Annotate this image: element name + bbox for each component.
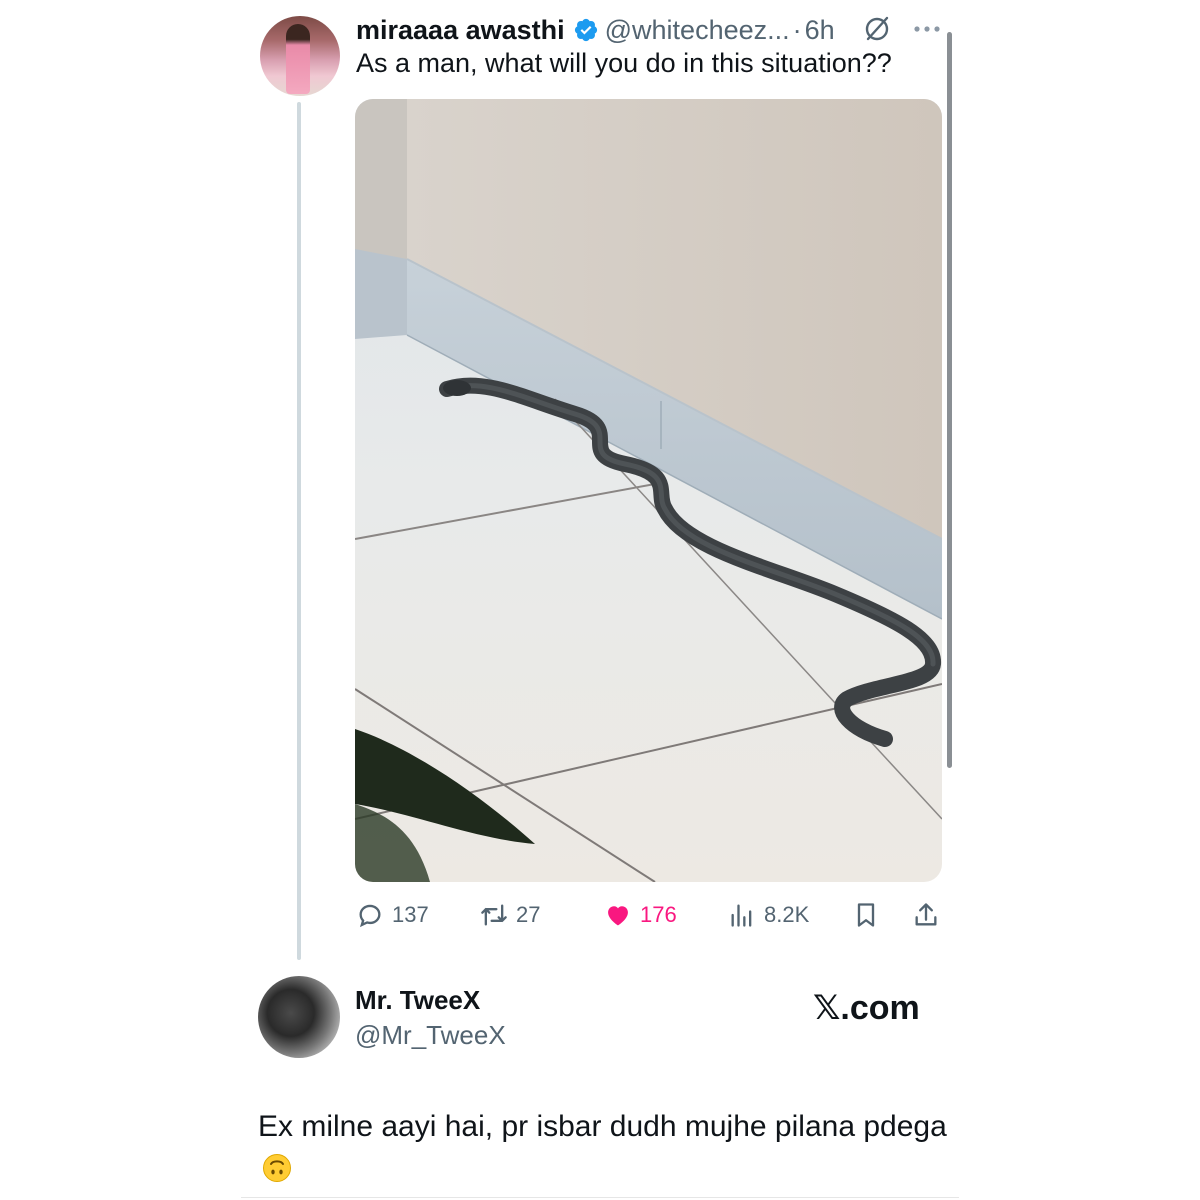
reply-action[interactable]: 137 xyxy=(356,895,429,935)
reply-text-content: Ex milne aayi hai, pr isbar dudh mujhe p… xyxy=(258,1110,947,1143)
share-action[interactable] xyxy=(912,895,948,935)
bookmark-icon xyxy=(857,903,875,927)
reply-author-avatar[interactable] xyxy=(258,976,340,1058)
author-name[interactable]: miraaaa awasthi xyxy=(356,15,565,46)
scrollbar[interactable] xyxy=(947,32,952,768)
upside-down-face-icon xyxy=(263,1154,291,1182)
more-icon[interactable] xyxy=(912,24,942,34)
bookmark-action[interactable] xyxy=(852,895,888,935)
tweet-photo[interactable] xyxy=(355,99,942,882)
like-icon xyxy=(608,906,628,926)
like-action[interactable]: 176 xyxy=(604,895,677,935)
repost-icon xyxy=(481,904,507,926)
author-handle[interactable]: @whitecheez... xyxy=(605,15,790,46)
verified-badge-icon xyxy=(574,18,597,42)
grok-icon[interactable] xyxy=(862,14,892,44)
bottom-divider xyxy=(241,1197,959,1198)
reply-icon xyxy=(359,904,381,928)
views-action[interactable]: 8.2K xyxy=(728,895,809,935)
views-icon xyxy=(731,904,752,927)
tweet-actions-bar: 137 27 176 8.2K xyxy=(356,895,946,935)
tweet-header: miraaaa awasthi @whitecheez... · 6h xyxy=(356,10,835,50)
like-count: 176 xyxy=(640,902,677,927)
reply-author-handle[interactable]: @Mr_TweeX xyxy=(355,1020,506,1051)
share-icon xyxy=(915,903,937,926)
repost-action[interactable]: 27 xyxy=(480,895,540,935)
tweet-text: As a man, what will you do in this situa… xyxy=(356,48,892,78)
separator-dot: · xyxy=(792,14,802,45)
thread-connector-line xyxy=(297,102,301,960)
tweet-time[interactable]: 6h xyxy=(805,15,835,46)
reply-count: 137 xyxy=(392,902,429,927)
author-avatar[interactable] xyxy=(260,16,340,96)
views-count: 8.2K xyxy=(764,902,810,927)
reply-author-name[interactable]: Mr. TweeX xyxy=(355,985,480,1016)
brand-watermark: 𝕏.com xyxy=(813,989,920,1027)
repost-count: 27 xyxy=(516,902,541,927)
reply-text: Ex milne aayi hai, pr isbar dudh mujhe p… xyxy=(258,1105,958,1191)
